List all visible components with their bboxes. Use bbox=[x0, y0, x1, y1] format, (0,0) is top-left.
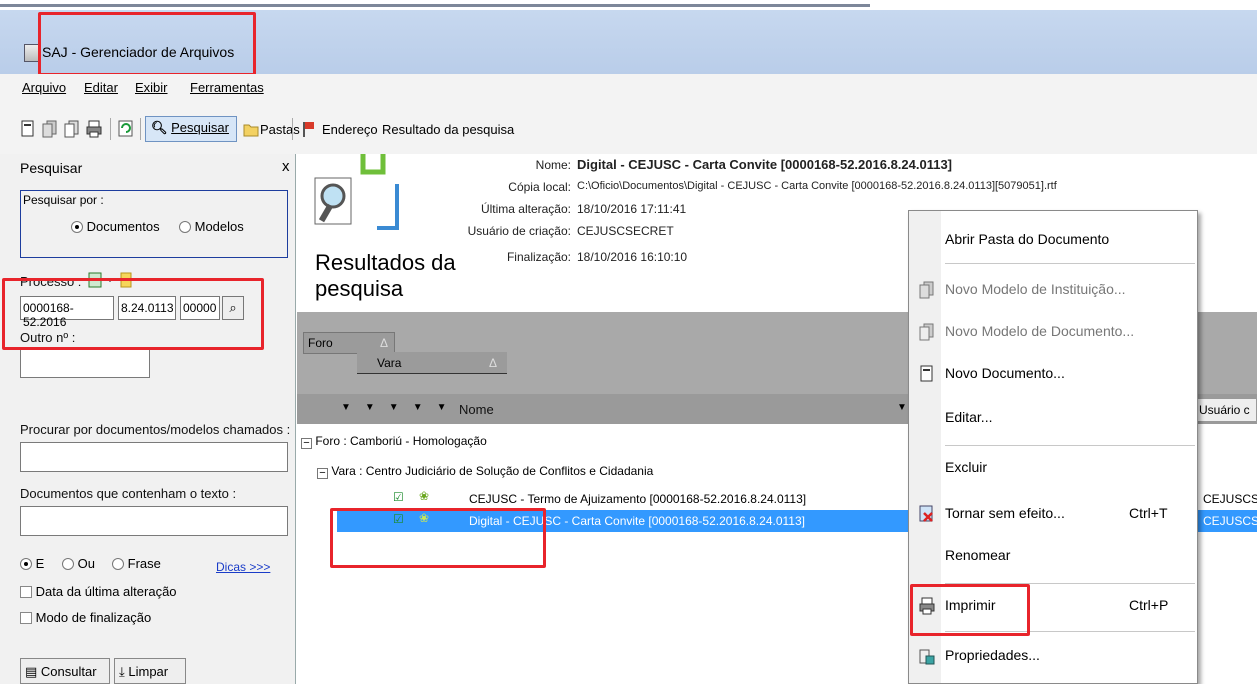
column-user[interactable]: Usuário c bbox=[1195, 398, 1257, 422]
folder-icon[interactable] bbox=[243, 120, 259, 138]
docs-text-field[interactable] bbox=[20, 506, 288, 536]
app-icon bbox=[24, 44, 40, 62]
search-panel-title: Pesquisar bbox=[20, 160, 83, 176]
final-value: 18/10/2016 16:10:10 bbox=[577, 250, 688, 264]
radio-frase[interactable]: Frase bbox=[112, 556, 161, 571]
menu-open-folder[interactable]: Abrir Pasta do Documento bbox=[945, 231, 1109, 247]
process-number-field[interactable]: 0000168-52.2016 bbox=[20, 296, 114, 329]
group-vara[interactable]: Vara Δ bbox=[357, 352, 507, 374]
menu-editar[interactable]: Editar bbox=[84, 80, 118, 95]
name-value: Digital - CEJUSC - Carta Convite [000016… bbox=[577, 157, 953, 172]
consult-icon: ▤ bbox=[25, 664, 38, 679]
document-check-icon: ☑ bbox=[393, 490, 404, 504]
changed-label: Última alteração: bbox=[480, 202, 571, 216]
toolbar: 🔍︎ Pesquisar Pastas Endereço Resultado d… bbox=[0, 100, 1257, 154]
docs-text-label: Documentos que contenham o texto : bbox=[20, 486, 237, 501]
menu-arquivo[interactable]: Arquivo bbox=[22, 80, 66, 95]
new-document-icon[interactable] bbox=[20, 120, 36, 138]
flag-icon bbox=[303, 122, 314, 137]
user-label: Usuário de criação: bbox=[467, 224, 571, 238]
copy-label: Cópia local: bbox=[508, 180, 571, 194]
changed-value: 18/10/2016 17:11:41 bbox=[577, 202, 687, 216]
radio-ou[interactable]: Ou bbox=[62, 556, 95, 571]
address-label: Endereço bbox=[322, 122, 378, 137]
process-options-icon[interactable] bbox=[88, 272, 118, 288]
menu-properties[interactable]: Propriedades... bbox=[945, 647, 1040, 663]
foro-node[interactable]: − Foro : Camboriú - Homologação bbox=[301, 434, 487, 449]
column-filter-icons[interactable]: ▼▼▼▼▼ bbox=[341, 402, 461, 413]
menu-delete[interactable]: Excluir bbox=[945, 459, 987, 475]
process-label: Processo : bbox=[20, 274, 82, 289]
properties-icon bbox=[919, 649, 935, 665]
collapse-icon[interactable]: − bbox=[317, 468, 328, 479]
clear-button[interactable]: ⤓ Limpar bbox=[114, 658, 186, 684]
certificate-icon: ❀ bbox=[419, 511, 430, 525]
title-bar: SAJ - Gerenciador de Arquivos bbox=[0, 10, 1257, 74]
new-document-icon bbox=[920, 365, 933, 382]
name-label: Nome: bbox=[535, 158, 571, 172]
close-panel-button[interactable]: x bbox=[282, 158, 290, 175]
final-label: Finalização: bbox=[506, 250, 571, 264]
process-suffix-field[interactable]: 00000 bbox=[180, 296, 220, 320]
void-shortcut: Ctrl+T bbox=[1129, 505, 1168, 521]
menu-new-institution-model[interactable]: Novo Modelo de Instituição... bbox=[945, 281, 1126, 297]
menu-ferramentas[interactable]: Ferramentas bbox=[190, 80, 264, 95]
group-foro[interactable]: Foro Δ bbox=[303, 332, 395, 354]
radio-documentos[interactable]: Documentos bbox=[71, 219, 160, 234]
menu-exibir[interactable]: Exibir bbox=[135, 80, 168, 95]
menu-new-document-model[interactable]: Novo Modelo de Documento... bbox=[945, 323, 1134, 339]
other-number-label: Outro nº : bbox=[20, 330, 76, 345]
vara-node[interactable]: − Vara : Centro Judiciário de Solução de… bbox=[317, 464, 653, 479]
note-icon[interactable] bbox=[120, 272, 132, 288]
check-last-change[interactable]: Data da última alteração bbox=[20, 584, 177, 599]
menu-rename[interactable]: Renomear bbox=[945, 547, 1010, 563]
search-by-group: Pesquisar por : Documentos Modelos bbox=[20, 190, 288, 258]
menu-bar: Arquivo Editar Exibir Ferramentas bbox=[0, 74, 1257, 100]
radio-e[interactable]: E bbox=[20, 556, 44, 571]
docs-named-label: Procurar por documentos/modelos chamados… bbox=[20, 422, 291, 437]
menu-edit[interactable]: Editar... bbox=[945, 409, 992, 425]
window-title: SAJ - Gerenciador de Arquivos bbox=[42, 44, 235, 60]
top-edge bbox=[0, 0, 1257, 10]
tips-link[interactable]: Dicas >>> bbox=[216, 560, 270, 574]
new-institution-model-icon[interactable] bbox=[42, 120, 58, 138]
menu-new-document[interactable]: Novo Documento... bbox=[945, 365, 1065, 381]
column-name[interactable]: Nome bbox=[459, 402, 494, 417]
other-number-field[interactable] bbox=[20, 348, 150, 378]
document-check-icon: ☑ bbox=[393, 512, 404, 526]
search-panel: Pesquisar x Pesquisar por : Documentos M… bbox=[0, 154, 296, 684]
void-document-icon bbox=[919, 505, 933, 522]
menu-void[interactable]: Tornar sem efeito... bbox=[945, 505, 1065, 521]
address-value[interactable]: Resultado da pesquisa bbox=[382, 122, 514, 137]
refresh-icon[interactable] bbox=[118, 120, 134, 138]
certificate-icon: ❀ bbox=[419, 489, 430, 503]
radio-modelos[interactable]: Modelos bbox=[179, 219, 244, 234]
new-document-model-icon[interactable] bbox=[64, 120, 80, 138]
menu-print[interactable]: Imprimir bbox=[945, 597, 996, 613]
folders-button-label[interactable]: Pastas bbox=[260, 122, 300, 137]
print-shortcut: Ctrl+P bbox=[1129, 597, 1169, 613]
check-finalization[interactable]: Modo de finalização bbox=[20, 610, 151, 625]
institution-model-icon bbox=[919, 281, 934, 299]
print-icon bbox=[919, 597, 935, 615]
search-by-label: Pesquisar por : bbox=[23, 193, 104, 207]
copy-value: C:\Oficio\Documentos\Digital - CEJUSC - … bbox=[577, 180, 1057, 192]
context-menu: Abrir Pasta do Documento Novo Modelo de … bbox=[908, 210, 1198, 684]
process-search-button[interactable]: ⌕ bbox=[222, 296, 244, 320]
print-icon[interactable] bbox=[86, 120, 102, 138]
magnifier-icon: ⌕ bbox=[229, 300, 237, 315]
clear-icon: ⤓ bbox=[119, 664, 125, 679]
user-value: CEJUSCSECRET bbox=[577, 224, 674, 238]
collapse-icon[interactable]: − bbox=[301, 438, 312, 449]
column-name-dropdown[interactable]: ▼ bbox=[897, 402, 907, 413]
binoculars-icon: 🔍︎ bbox=[151, 120, 168, 135]
docs-named-field[interactable] bbox=[20, 442, 288, 472]
process-court-field[interactable]: 8.24.0113 bbox=[118, 296, 176, 320]
consult-button[interactable]: ▤ Consultar bbox=[20, 658, 110, 684]
search-button[interactable]: 🔍︎ Pesquisar bbox=[145, 116, 237, 142]
search-button-label: Pesquisar bbox=[171, 120, 229, 135]
document-model-icon bbox=[919, 323, 934, 341]
